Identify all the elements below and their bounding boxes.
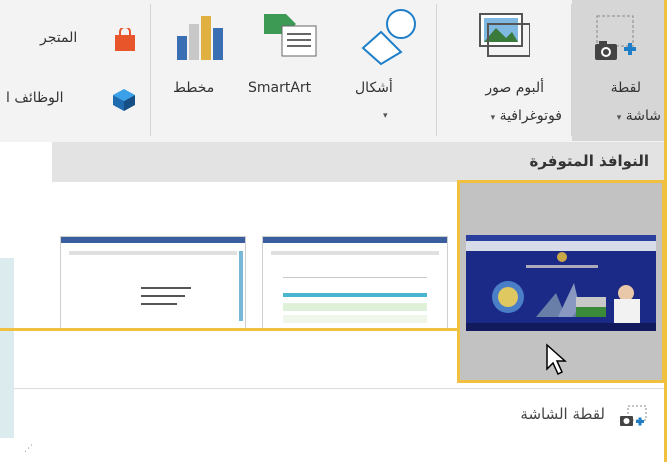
smartart-button[interactable]: SmartArt xyxy=(240,0,342,141)
thumbnail-titlebar xyxy=(61,237,245,243)
window-thumbnail-website-selected[interactable] xyxy=(457,180,665,383)
chart-label: مخطط xyxy=(173,80,215,96)
shapes-button[interactable]: أشكال ▾ xyxy=(345,0,433,141)
screen-clipping-label: لقطة الشاشة xyxy=(520,405,605,423)
website-screenshot-image xyxy=(466,235,656,331)
photo-album-caret: ▾ xyxy=(490,113,496,123)
addins-cube-icon xyxy=(113,89,135,111)
chart-button[interactable]: مخطط xyxy=(165,0,237,141)
left-accent-panel xyxy=(0,258,14,438)
screenshot-label-text2: شاشة xyxy=(625,108,661,124)
photo-album-label-line1: ألبوم صور xyxy=(485,80,544,96)
thumbnail-ribbon xyxy=(271,251,439,255)
available-windows-title: النوافذ المتوفرة xyxy=(529,152,649,170)
shapes-icon xyxy=(361,9,416,66)
thumbnail-text-line xyxy=(141,287,191,289)
store-button[interactable]: المتجر xyxy=(30,26,142,56)
available-windows-header: النوافذ المتوفرة xyxy=(52,142,667,182)
my-addins-label: الوظائف ا xyxy=(6,90,64,106)
shapes-label: أشكال xyxy=(355,80,393,96)
dropdown-separator xyxy=(14,388,667,389)
my-addins-button[interactable]: الوظائف ا xyxy=(0,86,142,116)
thumbnail-text-line xyxy=(141,295,185,297)
shapes-caret-glyph: ▾ xyxy=(383,111,388,121)
ribbon-separator xyxy=(150,4,151,136)
chart-icon xyxy=(177,16,223,60)
window-thumbnail-presentation[interactable] xyxy=(262,236,448,330)
mouse-cursor-icon xyxy=(546,343,567,376)
screenshot-camera-icon xyxy=(595,15,636,60)
thumbnail-text-line xyxy=(141,303,177,305)
shapes-caret: ▾ xyxy=(383,106,388,122)
thumbnail-ribbon xyxy=(69,251,237,255)
screenshot-button[interactable]: لقطة ▾ شاشة xyxy=(572,0,667,141)
thumbnail-table-line xyxy=(283,277,427,278)
photo-album-icon xyxy=(479,13,530,57)
thumbnail-table-row xyxy=(283,315,427,323)
ribbon-separator xyxy=(571,4,572,136)
window-thumbnail-document[interactable] xyxy=(60,236,246,330)
thumbnail-table-row xyxy=(283,303,427,311)
screen-clipping-icon xyxy=(620,405,647,426)
thumbnail-table-header xyxy=(283,293,427,297)
highlight-connector-line xyxy=(0,328,461,331)
photo-album-button[interactable]: ألبوم صور ▾ فوتوغرافية xyxy=(440,0,570,141)
smartart-label: SmartArt xyxy=(248,80,312,96)
resize-grip-icon[interactable]: ⋰ xyxy=(24,444,34,454)
photo-album-label-line2: ▾ فوتوغرافية xyxy=(491,108,562,124)
store-label: المتجر xyxy=(40,30,78,46)
store-bag-icon xyxy=(115,28,135,51)
thumbnail-titlebar xyxy=(263,237,447,243)
photo-album-label-text2: فوتوغرافية xyxy=(499,108,562,124)
thumbnail-sidebar xyxy=(239,251,243,321)
ribbon-separator xyxy=(436,4,437,136)
screenshot-label-line2: ▾ شاشة xyxy=(617,108,661,124)
smartart-icon xyxy=(264,14,317,57)
screenshot-caret: ▾ xyxy=(616,113,622,123)
screenshot-label-line1: لقطة xyxy=(610,80,641,96)
